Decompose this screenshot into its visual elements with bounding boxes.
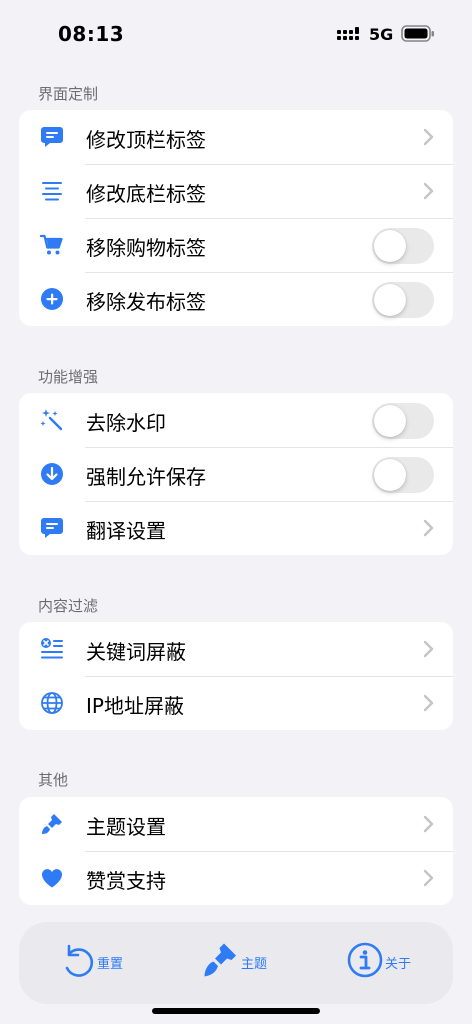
tab-theme[interactable]: 主题 [203,940,267,984]
row-force-allow-save: 强制允许保存 [19,447,453,501]
row-label: 移除购物标签 [86,236,206,260]
row-label: 修改底栏标签 [86,182,206,206]
section-header-content-filter: 内容过滤 [38,597,99,615]
remove-publish-tab-toggle[interactable] [372,282,434,318]
status-bar: 08:13 5G [0,0,472,70]
heart-icon [39,866,65,890]
section-header-enhancements: 功能增强 [38,368,99,386]
settings-group-enhancements: 去除水印 强制允许保存 翻译设置 [19,393,453,555]
row-label: 关键词屏蔽 [86,640,186,664]
chevron-right-icon [423,128,435,146]
tab-label: 重置 [97,956,124,972]
tab-label: 关于 [385,956,412,972]
chevron-right-icon [423,694,435,712]
cellular-signal-icon [337,27,363,47]
network-type: 5G [369,25,394,44]
row-label: 修改顶栏标签 [86,128,206,152]
globe-icon [39,691,65,715]
row-label: 强制允许保存 [86,465,206,489]
magic-wand-icon [39,408,65,432]
paintbrush-icon [203,940,239,984]
row-label: 去除水印 [86,411,166,435]
row-label: 主题设置 [86,815,166,839]
chevron-right-icon [423,869,435,887]
battery-icon [401,25,435,47]
force-allow-save-toggle[interactable] [372,457,434,493]
toggle-knob [374,284,406,316]
row-edit-bottom-tabs[interactable]: 修改底栏标签 [19,164,453,218]
home-indicator[interactable] [152,1008,320,1014]
tab-label: 主题 [241,956,268,972]
chevron-right-icon [423,640,435,658]
row-edit-top-tabs[interactable]: 修改顶栏标签 [19,110,453,164]
row-remove-watermark: 去除水印 [19,393,453,447]
row-donate[interactable]: 赞赏支持 [19,851,453,905]
toggle-knob [374,405,406,437]
row-label: 移除发布标签 [86,290,206,314]
plus-circle-icon [39,287,65,311]
row-translation-settings[interactable]: 翻译设置 [19,501,453,555]
remove-shopping-tab-toggle[interactable] [372,228,434,264]
row-ip-block[interactable]: IP地址屏蔽 [19,676,453,730]
chat-bubble-icon [39,125,65,149]
text-align-center-icon [39,179,65,203]
row-remove-shopping-tab: 移除购物标签 [19,218,453,272]
tab-about[interactable]: 关于 [347,940,411,984]
text-remove-icon [39,637,65,661]
download-circle-icon [39,462,65,486]
section-header-other: 其他 [38,771,69,789]
chevron-right-icon [423,182,435,200]
bottom-tab-bar: 重置 主题 关于 [19,922,453,1004]
status-time: 08:13 [58,22,125,46]
chevron-right-icon [423,815,435,833]
row-keyword-block[interactable]: 关键词屏蔽 [19,622,453,676]
row-remove-publish-tab: 移除发布标签 [19,272,453,326]
row-label: IP地址屏蔽 [86,694,184,718]
row-label: 赞赏支持 [86,869,166,893]
toggle-knob [374,230,406,262]
row-theme-settings[interactable]: 主题设置 [19,797,453,851]
settings-group-other: 主题设置 赞赏支持 [19,797,453,905]
remove-watermark-toggle[interactable] [372,403,434,439]
paintbrush-icon [39,812,65,836]
section-header-ui-custom: 界面定制 [38,85,99,103]
cart-icon [39,233,65,257]
settings-group-ui-custom: 修改顶栏标签 修改底栏标签 移除购物标签 移除发布标签 [19,110,453,326]
tab-reset[interactable]: 重置 [61,940,123,984]
reset-icon [61,941,95,983]
settings-group-content-filter: 关键词屏蔽 IP地址屏蔽 [19,622,453,730]
toggle-knob [374,459,406,491]
row-label: 翻译设置 [86,519,166,543]
chat-bubble-icon [39,516,65,540]
chevron-right-icon [423,519,435,537]
info-circle-icon [347,942,383,982]
